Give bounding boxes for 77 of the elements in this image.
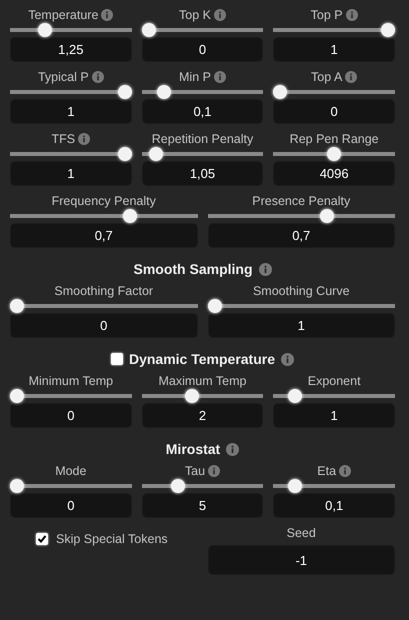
setting-label: Maximum Temp: [158, 374, 246, 388]
info-icon[interactable]: [281, 352, 294, 366]
number-field[interactable]: 0: [142, 37, 264, 62]
setting-label: Typical P: [38, 70, 89, 84]
setting-label: Top A: [311, 70, 342, 84]
number-field[interactable]: 4096: [273, 161, 395, 186]
slider-thumb[interactable]: [142, 23, 156, 37]
info-icon[interactable]: [208, 464, 220, 476]
number-field[interactable]: 0: [273, 99, 395, 124]
slider-thumb[interactable]: [380, 23, 395, 37]
setting-label: Repetition Penalty: [152, 132, 254, 146]
info-icon[interactable]: [345, 70, 358, 82]
number-field[interactable]: -1: [208, 545, 395, 575]
number-field[interactable]: 1: [10, 161, 132, 186]
setting-label: Smoothing Factor: [54, 284, 154, 298]
setting-label: Mode: [55, 464, 86, 478]
checkbox-label: Skip Special Tokens: [56, 532, 168, 546]
number-field[interactable]: 0: [10, 313, 198, 338]
info-icon[interactable]: [214, 70, 226, 82]
setting-label: Tau: [184, 464, 206, 478]
number-field[interactable]: 1: [208, 313, 395, 338]
slider-thumb[interactable]: [118, 147, 132, 161]
number-field[interactable]: 0: [10, 493, 132, 518]
info-icon[interactable]: [78, 132, 90, 144]
section-heading: Smooth Sampling: [134, 261, 252, 277]
setting-label: Top K: [179, 8, 211, 22]
section-heading: Mirostat: [166, 441, 220, 457]
slider-thumb[interactable]: [156, 85, 171, 99]
number-field[interactable]: 1,05: [142, 161, 264, 186]
setting-label: Frequency Penalty: [52, 194, 156, 208]
number-field[interactable]: 1: [10, 99, 132, 124]
slider-thumb[interactable]: [208, 299, 222, 313]
slider-thumb[interactable]: [38, 23, 52, 37]
info-icon[interactable]: [339, 464, 352, 476]
setting-label: Seed: [286, 526, 316, 540]
slider-thumb[interactable]: [184, 389, 199, 403]
number-field[interactable]: 0,1: [273, 493, 395, 518]
setting-label: Temperature: [28, 8, 98, 22]
info-icon[interactable]: [346, 8, 358, 20]
setting-label: Presence Penalty: [252, 194, 350, 208]
number-field[interactable]: 2: [142, 403, 264, 428]
checkbox[interactable]: [36, 533, 48, 545]
slider-thumb[interactable]: [149, 147, 164, 161]
info-icon[interactable]: [214, 8, 226, 20]
number-field[interactable]: 0: [10, 403, 132, 428]
number-field[interactable]: 0,7: [10, 223, 198, 248]
slider-thumb[interactable]: [10, 299, 24, 313]
setting-label: Top P: [310, 8, 343, 22]
checkbox[interactable]: [110, 353, 123, 365]
slider-thumb[interactable]: [10, 479, 24, 493]
info-icon[interactable]: [258, 262, 272, 276]
setting-label: Eta: [317, 464, 336, 478]
number-field[interactable]: 0,7: [208, 223, 395, 248]
number-field[interactable]: 1: [273, 403, 395, 428]
setting-label: Exponent: [308, 374, 361, 388]
number-field[interactable]: 5: [142, 493, 264, 518]
setting-label: Minimum Temp: [28, 374, 114, 388]
slider-thumb[interactable]: [288, 479, 302, 493]
section-heading: Dynamic Temperature: [128, 351, 275, 367]
slider-thumb[interactable]: [170, 479, 185, 493]
slider-thumb[interactable]: [288, 389, 302, 403]
info-icon[interactable]: [101, 8, 114, 20]
slider-thumb[interactable]: [122, 209, 137, 223]
setting-label: TFS: [52, 132, 76, 146]
slider-thumb[interactable]: [273, 85, 288, 99]
setting-label: Min P: [179, 70, 211, 84]
setting-label: Rep Pen Range: [290, 132, 379, 146]
setting-label: Smoothing Curve: [252, 284, 350, 298]
slider-thumb[interactable]: [10, 389, 24, 403]
info-icon[interactable]: [92, 70, 104, 82]
slider-thumb[interactable]: [327, 147, 342, 161]
number-field[interactable]: 1,25: [10, 37, 132, 62]
number-field[interactable]: 1: [273, 37, 395, 62]
number-field[interactable]: 0,1: [142, 99, 264, 124]
slider-thumb[interactable]: [320, 209, 334, 223]
info-icon[interactable]: [226, 442, 240, 456]
slider-thumb[interactable]: [118, 85, 132, 99]
